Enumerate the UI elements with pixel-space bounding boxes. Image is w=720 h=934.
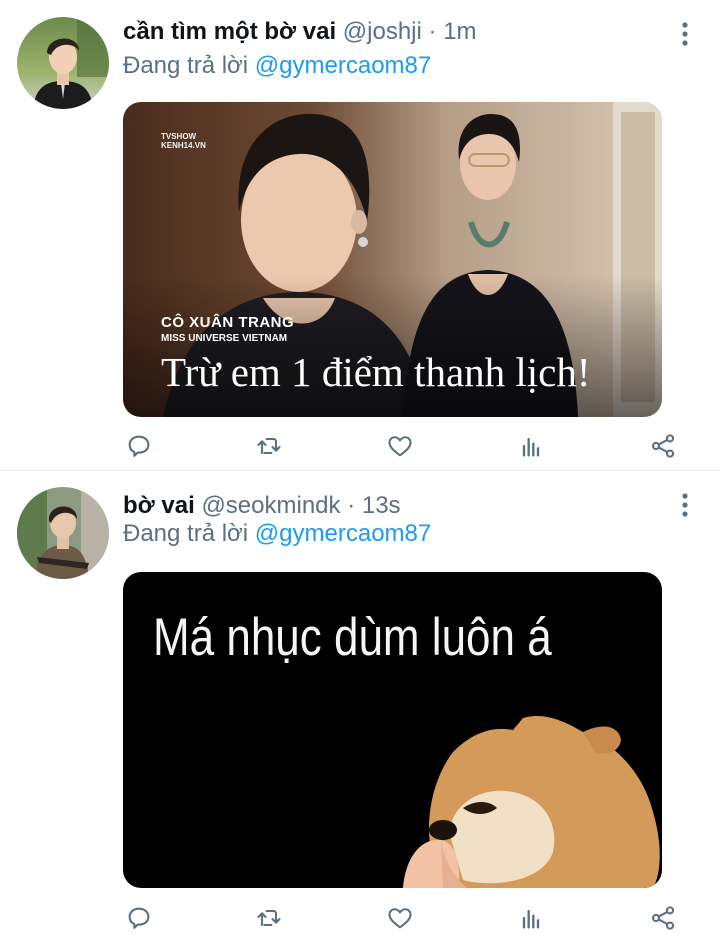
display-name[interactable]: bờ vai <box>123 492 195 519</box>
watermark-line2: KENH14.VN <box>161 141 206 150</box>
share-icon <box>651 434 675 458</box>
tweet[interactable]: cần tìm một bờ vai @joshji · 1m Đang trả… <box>0 0 720 470</box>
like-button[interactable] <box>384 430 416 462</box>
watermark: TVSHOW KENH14.VN <box>161 132 206 150</box>
analytics-button[interactable] <box>515 430 547 462</box>
reply-prefix: Đang trả lời <box>123 52 249 79</box>
user-handle[interactable]: @seokmindk <box>201 492 340 519</box>
reply-mention-link[interactable]: @gymercaom87 <box>255 520 431 547</box>
retweet-button[interactable] <box>253 902 285 934</box>
avatar[interactable] <box>17 487 109 579</box>
retweet-button[interactable] <box>253 430 285 462</box>
heart-icon <box>388 908 412 929</box>
timestamp[interactable]: 1m <box>443 18 476 45</box>
tweet-image[interactable]: TVSHOW KENH14.VN CÔ XUÂN TRANG MISS UNIV… <box>123 102 662 417</box>
caption-main: Trừ em 1 điểm thanh lịch! <box>161 349 591 395</box>
photo-caption: CÔ XUÂN TRANG MISS UNIVERSE VIETNAM Trừ … <box>161 314 591 396</box>
meme-caption: Má nhục dùm luôn á <box>153 608 552 667</box>
analytics-button[interactable] <box>515 902 547 934</box>
more-vertical-icon[interactable] <box>680 22 690 46</box>
reply-mention-link[interactable]: @gymercaom87 <box>255 52 431 79</box>
separator-dot: · <box>347 492 356 519</box>
watermark-line1: TVSHOW <box>161 132 197 141</box>
retweet-icon <box>257 437 281 455</box>
tweet-image[interactable]: Má nhục dùm luôn á <box>123 572 662 888</box>
share-icon <box>651 906 675 930</box>
heart-icon <box>388 436 412 457</box>
tweet-actions <box>123 430 683 462</box>
retweet-icon <box>257 909 281 927</box>
analytics-icon <box>522 437 540 457</box>
tweet[interactable]: bờ vai @seokmindk · 13s Đang trả lời @gy… <box>0 471 720 934</box>
user-handle[interactable]: @joshji <box>343 18 422 45</box>
dog-illustration <box>403 715 660 888</box>
reply-icon <box>128 435 150 457</box>
caption-title: MISS UNIVERSE VIETNAM <box>161 333 288 344</box>
separator-dot: · <box>428 18 437 45</box>
replying-to: Đang trả lời @gymercaom87 <box>123 517 431 551</box>
reply-icon <box>128 907 150 929</box>
replying-to: Đang trả lời @gymercaom87 <box>123 49 431 83</box>
tweet-header: cần tìm một bờ vai @joshji · 1m <box>123 14 660 50</box>
display-name[interactable]: cần tìm một bờ vai <box>123 18 336 45</box>
avatar[interactable] <box>17 17 109 109</box>
reply-prefix: Đang trả lời <box>123 520 249 547</box>
timestamp[interactable]: 13s <box>362 492 401 519</box>
share-button[interactable] <box>647 430 679 462</box>
caption-name: CÔ XUÂN TRANG <box>161 314 295 331</box>
more-vertical-icon[interactable] <box>680 493 690 517</box>
reply-button[interactable] <box>123 430 155 462</box>
tweet-actions <box>123 902 683 934</box>
share-button[interactable] <box>647 902 679 934</box>
like-button[interactable] <box>384 902 416 934</box>
reply-button[interactable] <box>123 902 155 934</box>
analytics-icon <box>522 909 540 929</box>
